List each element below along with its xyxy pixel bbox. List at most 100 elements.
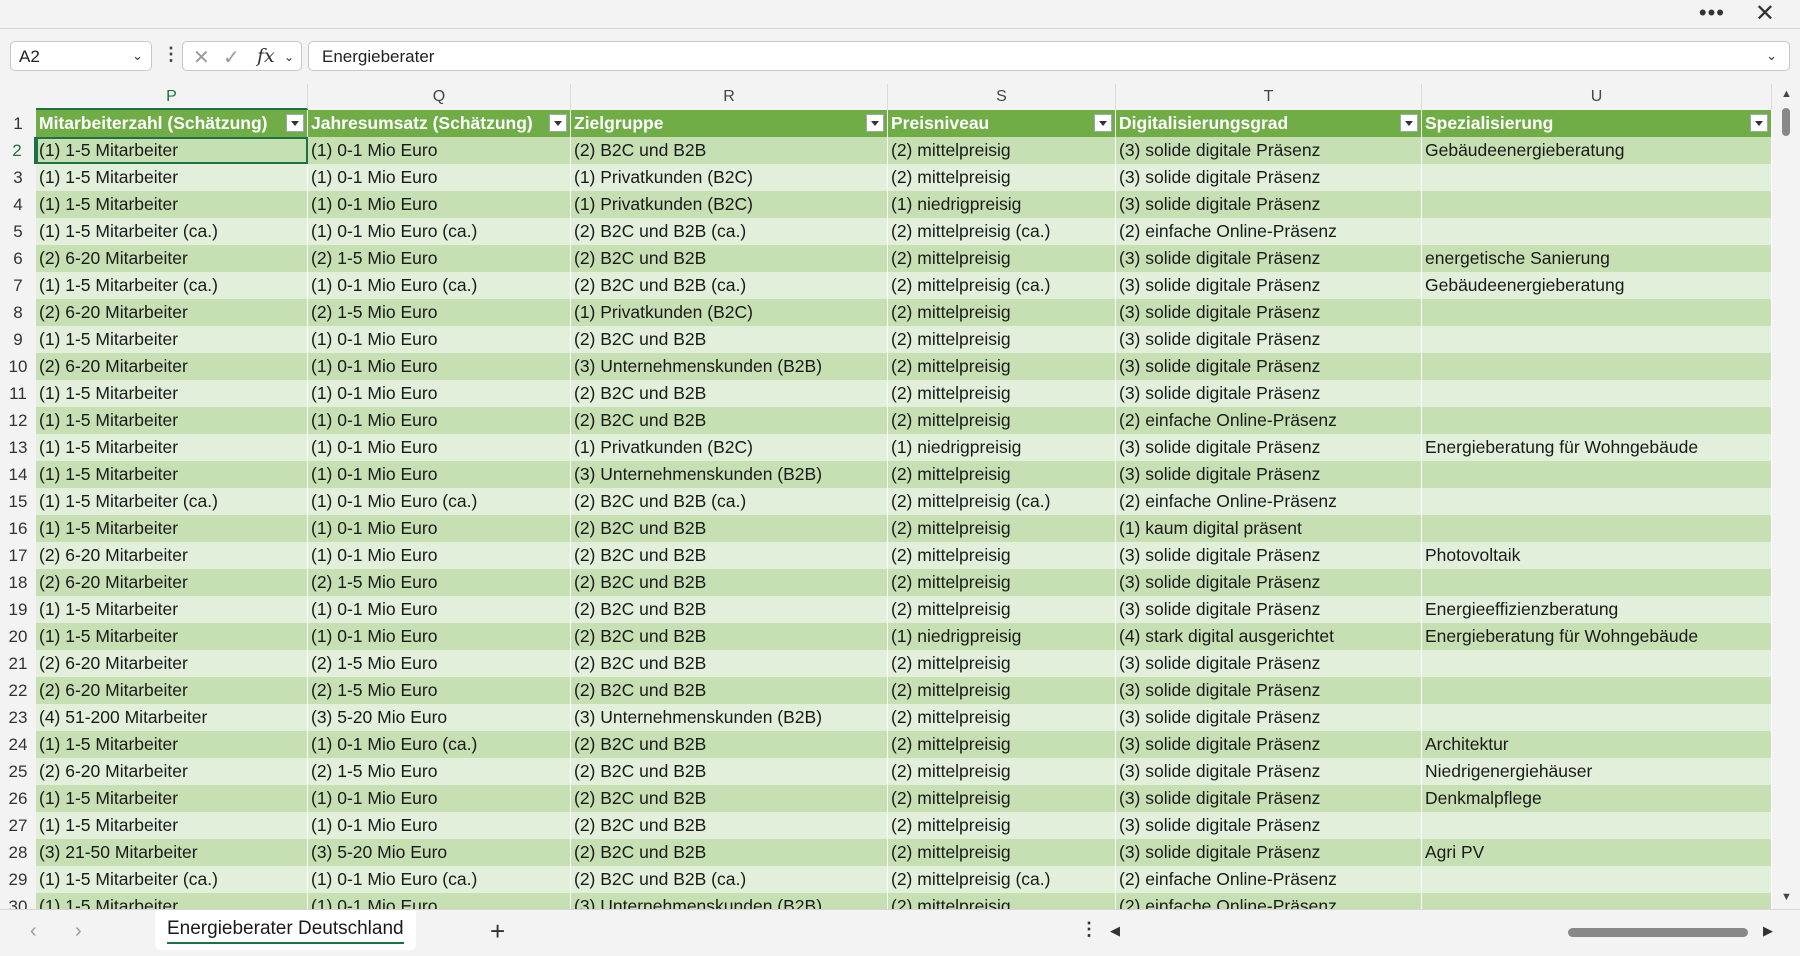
- table-cell[interactable]: (1) Privatkunden (B2C): [571, 191, 888, 218]
- row-number[interactable]: 15: [0, 488, 36, 515]
- table-cell[interactable]: (1) 0-1 Mio Euro (ca.): [308, 218, 571, 245]
- table-cell[interactable]: (4) 51-200 Mitarbeiter: [36, 704, 308, 731]
- table-cell[interactable]: (3) Unternehmenskunden (B2B): [571, 893, 888, 909]
- row-number[interactable]: 1: [0, 110, 36, 137]
- table-cell[interactable]: (3) solide digitale Präsenz: [1116, 299, 1422, 326]
- table-cell[interactable]: [1422, 704, 1772, 731]
- table-cell[interactable]: [1422, 218, 1772, 245]
- row-number[interactable]: 3: [0, 164, 36, 191]
- table-cell[interactable]: (3) Unternehmenskunden (B2B): [571, 704, 888, 731]
- table-cell[interactable]: Architektur: [1422, 731, 1772, 758]
- table-cell[interactable]: [1422, 326, 1772, 353]
- table-cell[interactable]: (3) solide digitale Präsenz: [1116, 596, 1422, 623]
- table-cell[interactable]: (1) 0-1 Mio Euro: [308, 893, 571, 909]
- table-cell[interactable]: (2) mittelpreisig: [888, 380, 1116, 407]
- scroll-down-icon[interactable]: ▼: [1781, 891, 1792, 903]
- table-cell[interactable]: (1) Privatkunden (B2C): [571, 299, 888, 326]
- table-cell[interactable]: (3) solide digitale Präsenz: [1116, 812, 1422, 839]
- table-cell[interactable]: (3) solide digitale Präsenz: [1116, 785, 1422, 812]
- table-cell[interactable]: Denkmalpflege: [1422, 785, 1772, 812]
- previous-sheet-icon[interactable]: ‹: [30, 920, 37, 943]
- row-number[interactable]: 8: [0, 299, 36, 326]
- table-cell[interactable]: (2) mittelpreisig: [888, 461, 1116, 488]
- table-cell[interactable]: (2) B2C und B2B: [571, 245, 888, 272]
- table-cell[interactable]: (1) 0-1 Mio Euro (ca.): [308, 866, 571, 893]
- table-cell[interactable]: (1) 1-5 Mitarbeiter: [36, 893, 308, 909]
- table-cell[interactable]: Agri PV: [1422, 839, 1772, 866]
- table-cell[interactable]: (2) mittelpreisig: [888, 137, 1116, 164]
- table-cell[interactable]: [1422, 461, 1772, 488]
- table-cell[interactable]: (2) B2C und B2B: [571, 380, 888, 407]
- table-cell[interactable]: (2) B2C und B2B: [571, 137, 888, 164]
- table-cell[interactable]: (2) 1-5 Mio Euro: [308, 299, 571, 326]
- table-cell[interactable]: (2) mittelpreisig: [888, 812, 1116, 839]
- table-cell[interactable]: (2) B2C und B2B: [571, 731, 888, 758]
- row-number[interactable]: 4: [0, 191, 36, 218]
- vertical-scroll-thumb[interactable]: [1782, 108, 1790, 136]
- table-cell[interactable]: (2) 6-20 Mitarbeiter: [36, 650, 308, 677]
- row-number[interactable]: 7: [0, 272, 36, 299]
- column-header-t[interactable]: T: [1116, 84, 1422, 110]
- table-cell[interactable]: (3) solide digitale Präsenz: [1116, 353, 1422, 380]
- chevron-down-icon[interactable]: ⌄: [284, 50, 294, 64]
- table-cell[interactable]: (2) B2C und B2B (ca.): [571, 218, 888, 245]
- table-cell[interactable]: [1422, 677, 1772, 704]
- table-cell[interactable]: (2) mittelpreisig: [888, 326, 1116, 353]
- row-number[interactable]: 30: [0, 893, 36, 909]
- table-cell[interactable]: (1) 0-1 Mio Euro: [308, 380, 571, 407]
- table-cell[interactable]: (2) 6-20 Mitarbeiter: [36, 245, 308, 272]
- row-number[interactable]: 29: [0, 866, 36, 893]
- row-number[interactable]: 26: [0, 785, 36, 812]
- table-cell[interactable]: (1) Privatkunden (B2C): [571, 164, 888, 191]
- insert-function-icon[interactable]: fx: [257, 45, 275, 67]
- row-number[interactable]: 24: [0, 731, 36, 758]
- table-cell[interactable]: Energieberatung für Wohngebäude: [1422, 434, 1772, 461]
- table-cell[interactable]: (3) solide digitale Präsenz: [1116, 731, 1422, 758]
- table-cell[interactable]: (2) 1-5 Mio Euro: [308, 245, 571, 272]
- enter-icon[interactable]: ✓: [223, 45, 240, 70]
- horizontal-scrollbar[interactable]: ◀ ▶: [1108, 922, 1773, 942]
- row-number[interactable]: 16: [0, 515, 36, 542]
- close-icon[interactable]: ✕: [1755, 2, 1775, 26]
- table-cell[interactable]: (2) B2C und B2B: [571, 542, 888, 569]
- row-number[interactable]: 28: [0, 839, 36, 866]
- table-cell[interactable]: (2) mittelpreisig (ca.): [888, 866, 1116, 893]
- table-cell[interactable]: (3) 5-20 Mio Euro: [308, 704, 571, 731]
- table-cell[interactable]: (2) mittelpreisig: [888, 515, 1116, 542]
- table-cell[interactable]: (1) 1-5 Mitarbeiter: [36, 731, 308, 758]
- table-cell[interactable]: [1422, 299, 1772, 326]
- table-cell[interactable]: [1422, 812, 1772, 839]
- table-cell[interactable]: (2) mittelpreisig: [888, 839, 1116, 866]
- header-cell[interactable]: Jahresumsatz (Schätzung): [308, 110, 571, 137]
- table-cell[interactable]: (3) solide digitale Präsenz: [1116, 245, 1422, 272]
- filter-dropdown-icon[interactable]: [549, 114, 567, 132]
- row-number[interactable]: 2: [0, 137, 36, 164]
- row-number[interactable]: 22: [0, 677, 36, 704]
- table-cell[interactable]: (2) mittelpreisig: [888, 542, 1116, 569]
- table-cell[interactable]: (1) 1-5 Mitarbeiter (ca.): [36, 218, 308, 245]
- table-cell[interactable]: (1) 0-1 Mio Euro (ca.): [308, 731, 571, 758]
- column-header-u[interactable]: U: [1422, 84, 1772, 110]
- table-cell[interactable]: (1) 1-5 Mitarbeiter: [36, 596, 308, 623]
- table-cell[interactable]: (2) B2C und B2B: [571, 677, 888, 704]
- table-cell[interactable]: (3) solide digitale Präsenz: [1116, 677, 1422, 704]
- table-cell[interactable]: (1) 1-5 Mitarbeiter: [36, 137, 308, 164]
- table-cell[interactable]: (3) solide digitale Präsenz: [1116, 758, 1422, 785]
- vertical-dots-icon[interactable]: ⋮: [162, 45, 180, 63]
- table-cell[interactable]: (1) 1-5 Mitarbeiter: [36, 515, 308, 542]
- table-cell[interactable]: (3) 21-50 Mitarbeiter: [36, 839, 308, 866]
- table-cell[interactable]: (2) B2C und B2B: [571, 596, 888, 623]
- table-cell[interactable]: (2) mittelpreisig: [888, 164, 1116, 191]
- table-cell[interactable]: [1422, 380, 1772, 407]
- table-cell[interactable]: (2) B2C und B2B: [571, 785, 888, 812]
- table-cell[interactable]: [1422, 191, 1772, 218]
- row-number[interactable]: 13: [0, 434, 36, 461]
- table-cell[interactable]: (2) 1-5 Mio Euro: [308, 650, 571, 677]
- table-cell[interactable]: (2) mittelpreisig: [888, 299, 1116, 326]
- table-cell[interactable]: (3) solide digitale Präsenz: [1116, 272, 1422, 299]
- table-cell[interactable]: (3) solide digitale Präsenz: [1116, 704, 1422, 731]
- row-number[interactable]: 10: [0, 353, 36, 380]
- table-cell[interactable]: (1) 0-1 Mio Euro: [308, 407, 571, 434]
- table-cell[interactable]: (2) mittelpreisig: [888, 650, 1116, 677]
- table-cell[interactable]: Gebäudeenergieberatung: [1422, 137, 1772, 164]
